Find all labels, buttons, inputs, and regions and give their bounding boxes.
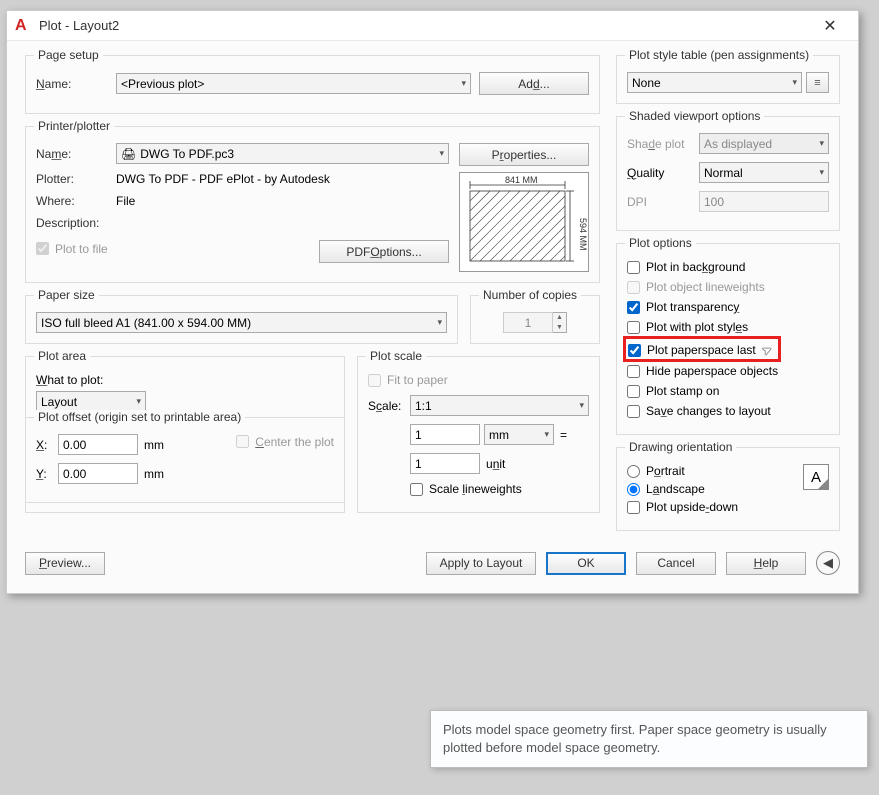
- chevron-down-icon: ▾: [433, 317, 442, 328]
- plotter-label: Plotter:: [36, 172, 116, 186]
- highlighted-option: Plot paperspace last ➤: [623, 336, 781, 362]
- printer-icon: 🖨: [121, 147, 136, 161]
- copies-spinner[interactable]: ▲▼: [553, 312, 567, 333]
- y-label: Y:: [36, 467, 58, 481]
- properties-button[interactable]: Properties...: [459, 143, 589, 166]
- paper-preview: 841 MM: [459, 172, 589, 272]
- shade-plot-combo: As displayed▾: [699, 133, 829, 154]
- chevron-down-icon: ▾: [575, 400, 584, 411]
- x-input[interactable]: 0.00: [58, 434, 138, 455]
- plot-transparency-check[interactable]: Plot transparency: [627, 300, 829, 314]
- chevron-down-icon: ▾: [540, 429, 549, 440]
- plot-to-file-check: Plot to file: [36, 242, 108, 256]
- landscape-radio[interactable]: Landscape: [627, 482, 803, 496]
- plot-background-check[interactable]: Plot in background: [627, 260, 829, 274]
- app-icon: A: [15, 17, 33, 35]
- orientation-group: Drawing orientation Portrait Landscape P…: [616, 447, 840, 531]
- plot-offset-group: Plot offset (origin set to printable are…: [25, 417, 345, 503]
- plot-options-group: Plot options Plot in background Plot obj…: [616, 243, 840, 435]
- save-changes-check[interactable]: Save changes to layout: [627, 404, 829, 418]
- plotter-value: DWG To PDF - PDF ePlot - by Autodesk: [116, 172, 330, 186]
- scale-lineweights-check[interactable]: Scale lineweights: [410, 482, 589, 496]
- page-setup-name-combo[interactable]: <Previous plot>▾: [116, 73, 471, 94]
- chevron-down-icon: ▾: [457, 78, 466, 89]
- chevron-down-icon: ▾: [132, 396, 141, 407]
- group-title: Page setup: [34, 48, 103, 62]
- cancel-button[interactable]: Cancel: [636, 552, 716, 575]
- cursor-icon: ➤: [759, 342, 774, 359]
- y-input[interactable]: 0.00: [58, 463, 138, 484]
- scale-combo[interactable]: 1:1▾: [410, 395, 589, 416]
- plot-dialog: A Plot - Layout2 ✕ Page setup Name: <Pre…: [6, 10, 859, 594]
- orientation-icon: A: [803, 464, 829, 490]
- pdf-options-button[interactable]: PDF Options...: [319, 240, 449, 263]
- paper-size-group: Paper size ISO full bleed A1 (841.00 x 5…: [25, 295, 458, 344]
- where-label: Where:: [36, 194, 116, 208]
- preview-width-label: 841 MM: [505, 175, 538, 185]
- plot-style-group: Plot style table (pen assignments) None▾…: [616, 55, 840, 104]
- chevron-down-icon: ▾: [815, 167, 824, 178]
- what-to-plot-label: What to plot:: [36, 373, 334, 387]
- add-button[interactable]: Add...: [479, 72, 589, 95]
- printer-group: Printer/plotter Name: 🖨 DWG To PDF.pc3▾: [25, 126, 600, 283]
- fit-to-paper-check: Fit to paper: [368, 373, 589, 387]
- quality-label: Quality: [627, 166, 699, 180]
- plot-styles-check[interactable]: Plot with plot styles: [627, 320, 829, 334]
- portrait-radio[interactable]: Portrait: [627, 464, 803, 478]
- chevron-down-icon: ▾: [435, 148, 444, 159]
- where-value: File: [116, 194, 135, 208]
- tooltip: Plots model space geometry first. Paper …: [430, 710, 868, 768]
- name-label: Name:: [36, 77, 116, 91]
- titlebar: A Plot - Layout2 ✕: [7, 11, 858, 41]
- help-button[interactable]: Help: [726, 552, 806, 575]
- printer-name-label: Name:: [36, 147, 116, 161]
- scale-unit-combo[interactable]: mm▾: [484, 424, 554, 445]
- close-button[interactable]: ✕: [810, 16, 850, 36]
- what-to-plot-combo[interactable]: Layout▾: [36, 391, 146, 412]
- plot-stamp-check[interactable]: Plot stamp on: [627, 384, 829, 398]
- ok-button[interactable]: OK: [546, 552, 626, 575]
- plot-style-combo[interactable]: None▾: [627, 72, 802, 93]
- paper-size-combo[interactable]: ISO full bleed A1 (841.00 x 594.00 MM)▾: [36, 312, 447, 333]
- printer-name-combo[interactable]: 🖨 DWG To PDF.pc3▾: [116, 143, 449, 164]
- scale-num2-input[interactable]: 1: [410, 453, 480, 474]
- copies-group: Number of copies 1 ▲▼: [470, 295, 600, 344]
- plot-lineweights-check: Plot object lineweights: [627, 280, 829, 294]
- copies-input: 1: [503, 312, 553, 333]
- chevron-down-icon: ▾: [815, 138, 824, 149]
- upside-down-check[interactable]: Plot upside-down: [627, 500, 803, 514]
- hide-paperspace-check[interactable]: Hide paperspace objects: [627, 364, 829, 378]
- chevron-down-icon: ▾: [788, 77, 797, 88]
- equals-icon: =: [560, 428, 567, 442]
- plot-paperspace-last-check[interactable]: Plot paperspace last: [628, 343, 756, 357]
- shade-plot-label: Shade plot: [627, 137, 699, 151]
- dpi-label: DPI: [627, 195, 699, 209]
- plot-scale-group: Plot scale Fit to paper Scale: 1:1▾: [357, 356, 600, 513]
- svg-text:594 MM: 594 MM: [578, 218, 588, 251]
- scale-num1-input[interactable]: 1: [410, 424, 480, 445]
- description-label: Description:: [36, 216, 116, 230]
- page-setup-group: Page setup Name: <Previous plot>▾ Add...: [25, 55, 600, 114]
- collapse-button[interactable]: ◀: [816, 551, 840, 575]
- preview-button[interactable]: Preview...: [25, 552, 105, 575]
- center-plot-check: Center the plot: [236, 435, 334, 449]
- window-title: Plot - Layout2: [39, 18, 119, 33]
- x-label: X:: [36, 438, 58, 452]
- scale-label: Scale:: [368, 399, 410, 413]
- dpi-input: 100: [699, 191, 829, 212]
- unit-label: unit: [486, 457, 505, 471]
- quality-combo[interactable]: Normal▾: [699, 162, 829, 183]
- shaded-viewport-group: Shaded viewport options Shade plot As di…: [616, 116, 840, 231]
- apply-button[interactable]: Apply to Layout: [426, 552, 536, 575]
- plot-style-edit-button[interactable]: ≡: [806, 72, 829, 93]
